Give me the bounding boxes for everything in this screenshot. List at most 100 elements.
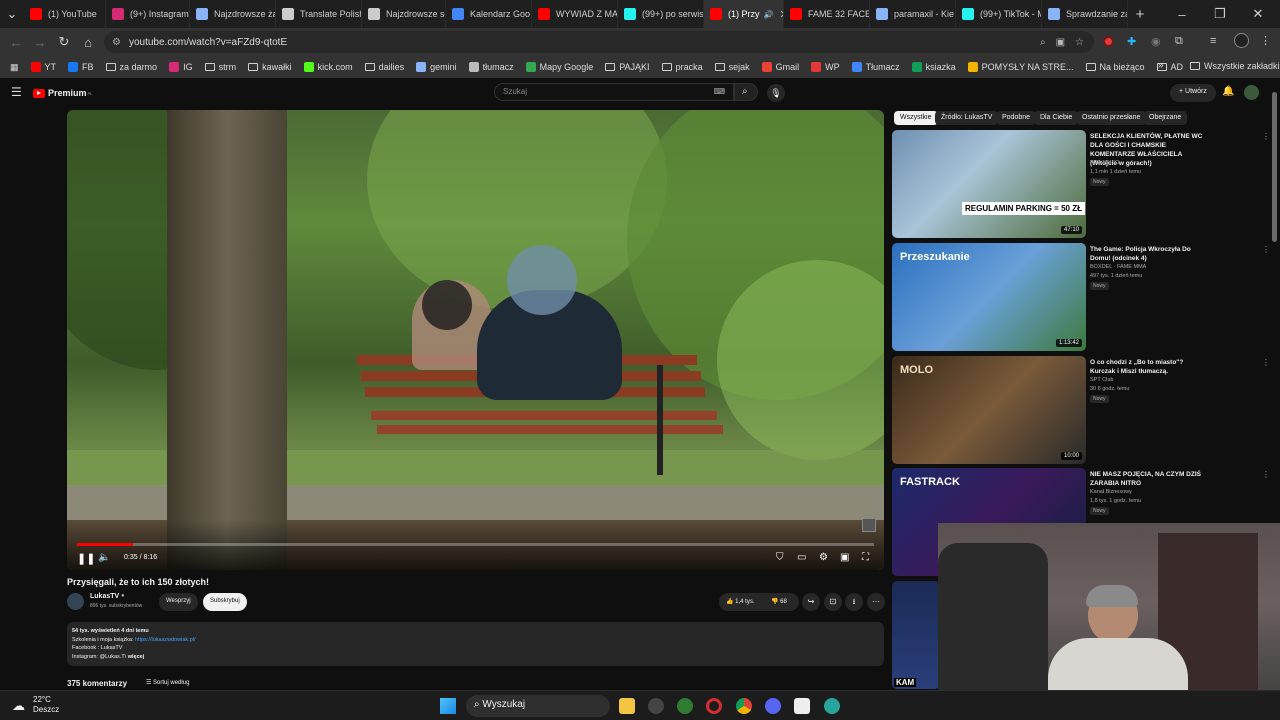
- voice-search-icon[interactable]: 🎙: [767, 84, 785, 102]
- browser-tab[interactable]: Najzdrowsze sł: [362, 0, 446, 28]
- file-explorer-icon[interactable]: [619, 698, 635, 714]
- like-button[interactable]: 👍 1,4 tys.: [726, 598, 755, 605]
- bookmark-item[interactable]: kawałki: [242, 62, 298, 72]
- more-options-icon[interactable]: ⋮: [1262, 470, 1270, 479]
- recommendation-thumbnail[interactable]: REGULAMIN PARKING = 50 ZŁ 47:10: [892, 130, 1086, 238]
- bookmark-item[interactable]: sejak: [709, 62, 756, 72]
- bookmark-item[interactable]: tłumacz: [463, 62, 520, 72]
- filter-chip[interactable]: Źródło: LukasTV: [935, 111, 999, 125]
- close-window-icon[interactable]: ✕: [1246, 6, 1270, 22]
- bookmark-item[interactable]: za darmo: [100, 62, 164, 72]
- extension-icon-1[interactable]: ✚: [1127, 35, 1136, 48]
- bookmark-item[interactable]: POMYSŁY NA STRE...: [962, 62, 1080, 72]
- download-icon[interactable]: ⭳: [845, 593, 863, 611]
- notifications-bell-icon[interactable]: 🔔: [1222, 86, 1234, 97]
- bookmark-item[interactable]: WP: [805, 62, 846, 72]
- record-extension-icon[interactable]: [1103, 36, 1114, 47]
- minimize-window-icon[interactable]: –: [1170, 7, 1194, 22]
- description-box[interactable]: 54 tys. wyświetleń 4 dni temu Szkolenia …: [67, 622, 884, 666]
- browser-menu-icon[interactable]: ⋮: [1260, 34, 1271, 47]
- profile-avatar-icon[interactable]: [1234, 33, 1249, 48]
- bookmark-item[interactable]: ksiazka: [906, 62, 962, 72]
- video-player[interactable]: ❚❚ 🔈 0:35 / 8:16 ⛉ ▭ ⚙ ▣ ⛶: [67, 110, 884, 570]
- maximize-window-icon[interactable]: ❐: [1208, 6, 1232, 22]
- recommendation-channel[interactable]: SPT Club: [1090, 377, 1113, 383]
- bookmark-item[interactable]: dailies: [359, 62, 411, 72]
- browser-tab[interactable]: Translate Polish: [276, 0, 362, 28]
- browser-tab[interactable]: (1) Przy🔊✕: [704, 0, 784, 28]
- filter-chip[interactable]: Wszystkie: [894, 111, 938, 125]
- recommendation-title[interactable]: O co chodzi z „Bo to miasto"? Kurczak i …: [1090, 358, 1210, 376]
- dislike-button[interactable]: 👎 68: [771, 598, 787, 605]
- home-icon[interactable]: ⌂: [76, 35, 100, 50]
- browser-tab[interactable]: (9+) Instagram: [106, 0, 190, 28]
- bookmark-item[interactable]: YT: [25, 62, 63, 72]
- new-tab-button[interactable]: +: [1128, 6, 1152, 23]
- browser-tab[interactable]: FAME 32 FACE: [784, 0, 870, 28]
- bookmark-item[interactable]: FB: [62, 62, 100, 72]
- app-icon-3[interactable]: [824, 698, 840, 714]
- more-options-icon[interactable]: ⋮: [1262, 132, 1270, 141]
- channel-name[interactable]: LukasTV: [90, 593, 119, 600]
- subtitles-icon[interactable]: ▭: [797, 552, 806, 563]
- discord-icon[interactable]: [765, 698, 781, 714]
- more-actions-icon[interactable]: ⋯: [867, 593, 885, 611]
- recommendation-item[interactable]: REGULAMIN PARKING = 50 ZŁ 47:10 SELEKCJA K…: [892, 130, 1272, 238]
- bookmark-item[interactable]: gemini: [410, 62, 463, 72]
- autoplay-toggle[interactable]: ⛉: [776, 552, 784, 563]
- install-app-icon[interactable]: ▣: [1056, 37, 1065, 48]
- all-bookmarks-folder[interactable]: Wszystkie zakładki: [1184, 61, 1280, 71]
- browser-tab[interactable]: (99+) TikTok - M: [956, 0, 1042, 28]
- hamburger-menu-icon[interactable]: ☰: [11, 85, 22, 99]
- miniplayer-icon[interactable]: ▣: [840, 552, 849, 563]
- browser-tab[interactable]: Sprawdzanie za: [1042, 0, 1128, 28]
- browser-tab[interactable]: (99+) po serwis: [618, 0, 704, 28]
- sort-comments-button[interactable]: ☰ Sortuj według: [146, 679, 189, 686]
- browser-tab[interactable]: Kalendarz Goo: [446, 0, 532, 28]
- channel-avatar[interactable]: [67, 593, 84, 610]
- browser-tab[interactable]: (1) YouTube: [24, 0, 106, 28]
- filter-chip[interactable]: Ostatnio przesłane: [1076, 111, 1147, 125]
- bookmark-item[interactable]: Na bieżąco: [1080, 62, 1151, 72]
- back-icon[interactable]: ←: [4, 35, 28, 50]
- fullscreen-icon[interactable]: ⛶: [862, 552, 869, 563]
- bookmark-item[interactable]: strm: [199, 62, 243, 72]
- bookmark-star-icon[interactable]: ☆: [1075, 37, 1084, 48]
- browser-tab[interactable]: paramaxil - Kie: [870, 0, 956, 28]
- bookmark-item[interactable]: PAJĄKI: [599, 62, 655, 72]
- extensions-puzzle-icon[interactable]: ⧉: [1175, 35, 1183, 48]
- recommendation-title[interactable]: NIE MASZ POJĘCIA, NA CZYM DZIŚ ZARABIA N…: [1090, 470, 1210, 488]
- reload-icon[interactable]: ↻: [52, 34, 76, 50]
- bookmark-item[interactable]: kick.com: [298, 62, 359, 72]
- recommendation-thumbnail-partial[interactable]: KAM: [892, 581, 940, 689]
- tab-search-icon[interactable]: ⌄: [0, 6, 24, 22]
- share-icon[interactable]: ↪: [802, 593, 820, 611]
- media-control-icon[interactable]: ≡: [1210, 35, 1216, 47]
- recommendation-channel[interactable]: Kanał Biznesowy: [1090, 489, 1132, 495]
- app-icon-2[interactable]: [677, 698, 693, 714]
- windows-start-icon[interactable]: [440, 698, 456, 714]
- bookmark-item[interactable]: Mapy Google: [520, 62, 600, 72]
- forward-icon[interactable]: →: [28, 35, 52, 50]
- address-bar[interactable]: ⚙ youtube.com/watch?v=aFZd9-qtotE ⌕ ▣ ☆: [104, 31, 1094, 53]
- recommendation-channel[interactable]: KRAJZUSO: [1090, 160, 1119, 166]
- zoom-icon[interactable]: ⌕: [1040, 37, 1046, 48]
- recommendation-item[interactable]: MOLO 10:00 O co chodzi z „Bo to miasto"? K…: [892, 356, 1272, 464]
- recommendation-channel[interactable]: BOXDEL · FAME MMA: [1090, 264, 1146, 270]
- description-link[interactable]: https://lukaszwdowiak.pl/: [135, 637, 196, 643]
- more-options-icon[interactable]: ⋮: [1262, 358, 1270, 367]
- weather-icon[interactable]: ☁: [12, 698, 25, 714]
- account-avatar[interactable]: [1244, 85, 1259, 100]
- settings-gear-icon[interactable]: ⚙: [819, 552, 828, 563]
- opera-icon[interactable]: [706, 698, 722, 714]
- pause-button[interactable]: ❚❚: [77, 552, 95, 565]
- support-button[interactable]: Wesprzyj: [159, 593, 198, 611]
- more-link[interactable]: więcej: [128, 654, 145, 660]
- extension-icon-2[interactable]: ◉: [1151, 35, 1161, 48]
- subscribe-button[interactable]: Subskrybuj: [203, 593, 247, 611]
- search-input[interactable]: Szukaj ⌨: [494, 83, 734, 101]
- volume-icon[interactable]: 🔈: [98, 552, 110, 563]
- filter-chip[interactable]: Obejrzane: [1143, 111, 1188, 125]
- filter-chip[interactable]: Podobne: [996, 111, 1037, 125]
- site-info-icon[interactable]: ⚙: [112, 37, 121, 48]
